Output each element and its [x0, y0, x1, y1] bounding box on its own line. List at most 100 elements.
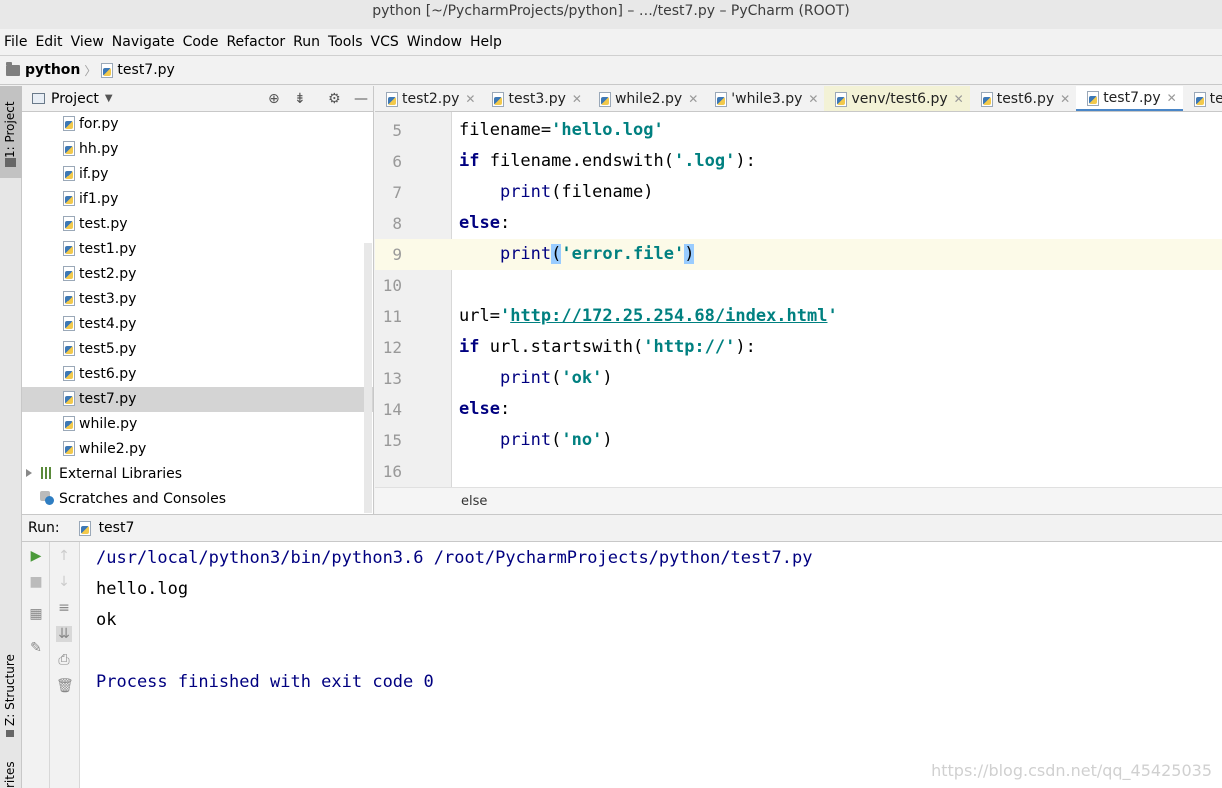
- rerun-icon[interactable]: ▶: [28, 548, 44, 564]
- tab-test7[interactable]: test7.py ✕: [1076, 86, 1183, 111]
- arrow-up-icon[interactable]: ↑: [56, 548, 72, 564]
- code-line[interactable]: 14 else:: [375, 394, 1222, 425]
- tree-file-item[interactable]: while.py: [22, 412, 373, 437]
- run-toolbar-secondary: ↑ ↓ ≡ ⇊ ⎙ 🗑: [50, 542, 80, 788]
- menu-code[interactable]: Code: [179, 29, 223, 55]
- python-file-icon: [62, 341, 75, 356]
- file-name: for.py: [79, 116, 119, 132]
- menu-window[interactable]: Window: [403, 29, 466, 55]
- window-title-bar: python [~/PycharmProjects/python] – …/te…: [0, 0, 1222, 29]
- close-icon[interactable]: ✕: [572, 92, 582, 106]
- tab-test2[interactable]: test2.py ✕: [375, 86, 481, 111]
- chevron-down-icon[interactable]: ▼: [105, 93, 113, 104]
- run-console[interactable]: /usr/local/python3/bin/python3.6 /root/P…: [80, 542, 1222, 788]
- close-icon[interactable]: ✕: [1167, 91, 1177, 105]
- scroll-to-end-icon[interactable]: ⇊: [56, 626, 72, 642]
- close-icon[interactable]: ✕: [688, 92, 698, 106]
- code-text: else:: [459, 399, 511, 419]
- code-editor[interactable]: 5 filename='hello.log' 6 if filename.end…: [375, 112, 1222, 487]
- tree-file-item[interactable]: test5.py: [22, 337, 373, 362]
- breadcrumb-project[interactable]: python: [25, 62, 80, 78]
- code-text: print('no'): [499, 430, 613, 450]
- tree-file-item[interactable]: test1.py: [22, 237, 373, 262]
- locate-icon[interactable]: ⊕: [268, 91, 280, 107]
- tree-file-item[interactable]: if.py: [22, 162, 373, 187]
- tab-label: test3.py: [508, 91, 566, 107]
- python-file-icon: [385, 92, 398, 107]
- trash-icon[interactable]: 🗑: [56, 678, 74, 694]
- structure-tool-label[interactable]: Z: Structure: [3, 654, 17, 726]
- tree-external-libraries[interactable]: External Libraries: [22, 462, 373, 487]
- expand-arrow-icon[interactable]: [26, 469, 32, 477]
- pin-icon[interactable]: ✎: [28, 640, 44, 656]
- python-file-icon: [62, 441, 75, 456]
- tree-file-item[interactable]: test.py: [22, 212, 373, 237]
- code-line[interactable]: 13 print('ok'): [375, 363, 1222, 394]
- code-line[interactable]: 16: [375, 456, 1222, 487]
- close-icon[interactable]: ✕: [465, 92, 475, 106]
- code-line[interactable]: 10: [375, 270, 1222, 301]
- breadcrumb-file[interactable]: test7.py: [117, 62, 174, 78]
- code-line[interactable]: 5 filename='hello.log': [375, 115, 1222, 146]
- tab-while2[interactable]: while2.py ✕: [588, 86, 704, 111]
- code-line[interactable]: 15 print('no'): [375, 425, 1222, 456]
- tree-scratches[interactable]: Scratches and Consoles: [22, 487, 373, 512]
- tree-file-item[interactable]: test6.py: [22, 362, 373, 387]
- tab-overflow[interactable]: te: [1183, 86, 1222, 111]
- project-view-title[interactable]: Project: [51, 91, 99, 107]
- line-number: 7: [392, 183, 402, 202]
- code-line[interactable]: 8 else:: [375, 208, 1222, 239]
- close-icon[interactable]: ✕: [954, 92, 964, 106]
- tree-scrollbar[interactable]: [364, 243, 372, 513]
- tree-file-item[interactable]: for.py: [22, 112, 373, 137]
- python-file-icon: [62, 241, 75, 256]
- tree-file-item[interactable]: test2.py: [22, 262, 373, 287]
- menu-tools[interactable]: Tools: [324, 29, 367, 55]
- tab-while3[interactable]: 'while3.py ✕: [704, 86, 824, 111]
- tree-file-item-selected[interactable]: test7.py: [22, 387, 373, 412]
- collapse-all-icon[interactable]: ⇟: [294, 91, 306, 107]
- minimize-icon[interactable]: —: [354, 91, 368, 107]
- code-line[interactable]: 7 print(filename): [375, 177, 1222, 208]
- line-number: 9: [392, 245, 402, 264]
- tab-test3[interactable]: test3.py ✕: [481, 86, 587, 111]
- menu-run[interactable]: Run: [289, 29, 324, 55]
- menu-vcs[interactable]: VCS: [367, 29, 403, 55]
- python-file-icon: [62, 166, 75, 181]
- tree-file-item[interactable]: if1.py: [22, 187, 373, 212]
- stop-icon[interactable]: ■: [28, 574, 44, 590]
- tree-file-item[interactable]: test4.py: [22, 312, 373, 337]
- code-line[interactable]: 12 if url.startswith('http://'):: [375, 332, 1222, 363]
- python-file-icon: [62, 191, 75, 206]
- tab-venv-test6[interactable]: venv/test6.py ✕: [824, 86, 970, 111]
- menu-edit[interactable]: Edit: [31, 29, 66, 55]
- close-icon[interactable]: ✕: [1060, 92, 1070, 106]
- file-name: test7.py: [79, 391, 137, 407]
- close-icon[interactable]: ✕: [808, 92, 818, 106]
- tab-label: test6.py: [996, 91, 1055, 107]
- console-line: ok: [96, 610, 117, 630]
- tab-test6[interactable]: test6.py ✕: [970, 86, 1076, 111]
- editor-breadcrumb[interactable]: else: [461, 494, 487, 509]
- layout-icon[interactable]: ▦: [28, 606, 44, 622]
- menu-file[interactable]: File: [0, 29, 31, 55]
- menu-refactor[interactable]: Refactor: [222, 29, 289, 55]
- code-line-current[interactable]: 9 print('error.file'): [375, 239, 1222, 270]
- library-icon: [41, 467, 53, 479]
- project-tool-button[interactable]: 1: Project: [0, 86, 22, 178]
- tree-file-item[interactable]: test3.py: [22, 287, 373, 312]
- tree-file-item[interactable]: hh.py: [22, 137, 373, 162]
- favorites-tool-label[interactable]: rites: [3, 761, 17, 788]
- menu-navigate[interactable]: Navigate: [108, 29, 179, 55]
- gear-icon[interactable]: ⚙: [328, 91, 341, 107]
- print-icon[interactable]: ⎙: [56, 652, 72, 668]
- code-text: print(filename): [499, 182, 654, 202]
- arrow-down-icon[interactable]: ↓: [56, 574, 72, 590]
- code-line[interactable]: 11 url='http://172.25.254.68/index.html': [375, 301, 1222, 332]
- code-line[interactable]: 6 if filename.endswith('.log'):: [375, 146, 1222, 177]
- menu-view[interactable]: View: [67, 29, 108, 55]
- tree-file-item[interactable]: while2.py: [22, 437, 373, 462]
- soft-wrap-icon[interactable]: ≡: [56, 600, 72, 616]
- menu-help[interactable]: Help: [466, 29, 506, 55]
- run-config-tab[interactable]: test7: [99, 520, 135, 536]
